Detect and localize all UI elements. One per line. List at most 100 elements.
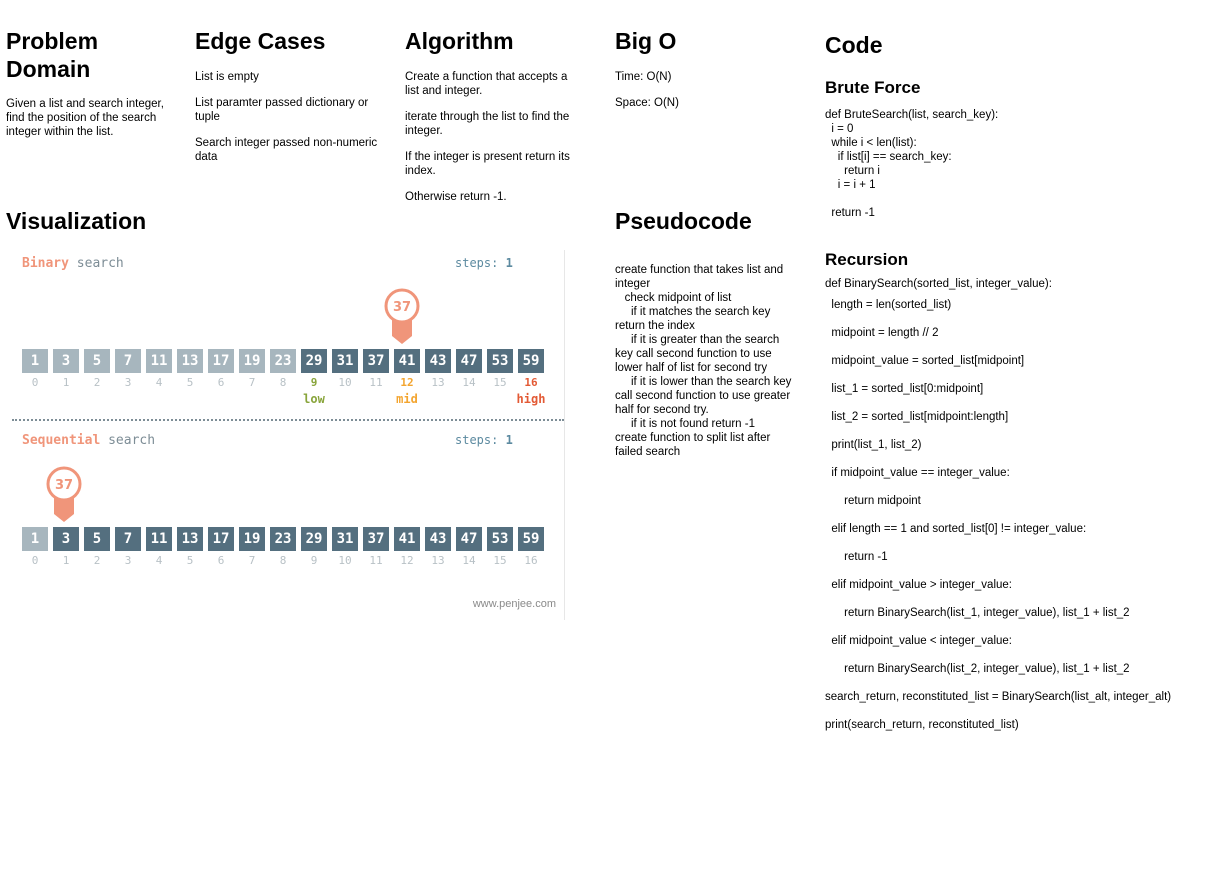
visualization-section: Visualization <box>6 207 146 235</box>
binary-array-cell: 47 <box>456 349 482 373</box>
sequential-index-label: 4 <box>155 554 163 567</box>
binary-array-cell: 1 <box>22 349 48 373</box>
algorithm-step: iterate through the list to find the int… <box>405 111 573 137</box>
binary-array-cell: 19 <box>239 349 265 373</box>
binary-index-label: 1 <box>62 376 70 389</box>
sequential-array-cell: 43 <box>425 527 451 551</box>
recursion-code-line: return BinarySearch(list_2, integer_valu… <box>825 663 1130 675</box>
high-pointer-label: high <box>516 392 546 406</box>
algorithm-title: Algorithm <box>405 28 514 54</box>
sequential-index-label: 13 <box>431 554 445 567</box>
sequential-array-cell: 1 <box>22 527 48 551</box>
sequential-array-cell: 29 <box>301 527 327 551</box>
sequential-array-cell: 19 <box>239 527 265 551</box>
pseudocode-text: create function that takes list and inte… <box>615 264 792 458</box>
sequential-search-label: Sequential search <box>22 433 155 448</box>
binary-array-cell: 7 <box>115 349 141 373</box>
graphic-border <box>564 250 565 620</box>
steps-label: steps: <box>455 256 499 270</box>
binary-index-label: 6 <box>217 376 225 389</box>
binary-vs-sequential-search-graphic: Binary search steps: 1 37 1 3 5 7 11 13 17 19 23… <box>8 250 568 620</box>
binary-target-value: 37 <box>393 300 411 315</box>
binary-array-cell: 43 <box>425 349 451 373</box>
search-word: search <box>76 256 124 271</box>
steps-value: 1 <box>505 433 513 447</box>
binary-array-cell: 11 <box>146 349 172 373</box>
sequential-array-cell: 41 <box>394 527 420 551</box>
sequential-index-label: 7 <box>248 554 256 567</box>
sequential-array-cell: 23 <box>270 527 296 551</box>
sequential-index-label: 5 <box>186 554 194 567</box>
algorithm-section: Algorithm Create a function that accepts… <box>405 27 583 204</box>
recursion-code-body: length = len(sorted_list) midpoint = len… <box>825 291 1225 739</box>
binary-index-label: 3 <box>124 376 132 389</box>
sequential-array-cell: 11 <box>146 527 172 551</box>
sequential-target-pin: 37 <box>46 466 82 522</box>
sequential-index-label: 0 <box>31 554 39 567</box>
recursion-code-line: list_2 = sorted_list[midpoint:length] <box>825 411 1009 423</box>
sequential-array-cell: 47 <box>456 527 482 551</box>
big-o-time: Time: O(N) <box>615 71 672 83</box>
recursion-code-line: elif length == 1 and sorted_list[0] != i… <box>825 523 1087 535</box>
edge-case-item: Search integer passed non-numeric data <box>195 137 381 163</box>
big-o-space: Space: O(N) <box>615 97 679 109</box>
sequential-array-cell: 37 <box>363 527 389 551</box>
recursion-code-line: midpoint = length // 2 <box>825 327 939 339</box>
binary-index-label: 11 <box>369 376 383 389</box>
sequential-index-label: 8 <box>279 554 287 567</box>
recursion-code-line: list_1 = sorted_list[0:midpoint] <box>825 383 984 395</box>
code-section: Code Brute Force def BruteSearch(list, s… <box>825 31 1225 739</box>
binary-index-label: 4 <box>155 376 163 389</box>
problem-domain-section: Problem Domain Given a list and search i… <box>6 27 184 139</box>
sequential-index-label: 2 <box>93 554 101 567</box>
edge-case-item: List paramter passed dictionary or tuple <box>195 97 372 123</box>
visualization-title: Visualization <box>6 208 147 234</box>
recursion-code-line: length = len(sorted_list) <box>825 299 952 311</box>
sequential-index-label: 16 <box>524 554 538 567</box>
sequential-array-cell: 53 <box>487 527 513 551</box>
problem-domain-text: Given a list and search integer, find th… <box>6 98 168 138</box>
binary-index-label: 5 <box>186 376 194 389</box>
sequential-array-cell: 31 <box>332 527 358 551</box>
binary-array-cell: 29 <box>301 349 327 373</box>
sequential-array-cell: 3 <box>53 527 79 551</box>
sequential-index-label: 15 <box>493 554 507 567</box>
binary-word: Binary <box>22 256 69 271</box>
algorithm-step: Create a function that accepts a list an… <box>405 71 571 97</box>
recursion-code-line: elif midpoint_value > integer_value: <box>825 579 1012 591</box>
pseudocode-section: Pseudocode create function that takes li… <box>615 207 795 459</box>
graphic-divider <box>12 419 564 421</box>
recursion-code-line: search_return, reconstituted_list = Bina… <box>825 691 1172 703</box>
recursion-code-line: midpoint_value = sorted_list[midpoint] <box>825 355 1025 367</box>
binary-steps-counter: steps: 1 <box>455 256 513 270</box>
binary-index-label: 9 <box>310 376 318 389</box>
search-word: search <box>108 433 156 448</box>
sequential-index-label: 11 <box>369 554 383 567</box>
mid-pointer-label: mid <box>396 392 418 406</box>
binary-search-label: Binary search <box>22 256 124 271</box>
recursion-code-line: return BinarySearch(list_1, integer_valu… <box>825 607 1130 619</box>
recursion-code-line: print(list_1, list_2) <box>825 439 922 451</box>
binary-array-cell: 37 <box>363 349 389 373</box>
binary-index-label: 7 <box>248 376 256 389</box>
low-pointer-label: low <box>303 392 325 406</box>
steps-value: 1 <box>505 256 513 270</box>
brute-force-title: Brute Force <box>825 78 921 97</box>
code-title: Code <box>825 32 883 58</box>
big-o-section: Big O Time: O(N) Space: O(N) <box>615 27 795 110</box>
steps-label: steps: <box>455 433 499 447</box>
binary-index-label: 8 <box>279 376 287 389</box>
algorithm-step: Otherwise return -1. <box>405 191 507 203</box>
brute-force-code: def BruteSearch(list, search_key): i = 0… <box>825 109 999 219</box>
edge-cases-title: Edge Cases <box>195 28 326 54</box>
recursion-code-line: elif midpoint_value < integer_value: <box>825 635 1012 647</box>
binary-index-label: 0 <box>31 376 39 389</box>
problem-domain-title: Problem Domain <box>6 28 99 82</box>
binary-array-cell: 23 <box>270 349 296 373</box>
binary-array-cell: 17 <box>208 349 234 373</box>
binary-index-label: 15 <box>493 376 507 389</box>
sequential-index-label: 1 <box>62 554 70 567</box>
sequential-index-label: 6 <box>217 554 225 567</box>
big-o-title: Big O <box>615 28 677 54</box>
binary-index-label: 10 <box>338 376 352 389</box>
